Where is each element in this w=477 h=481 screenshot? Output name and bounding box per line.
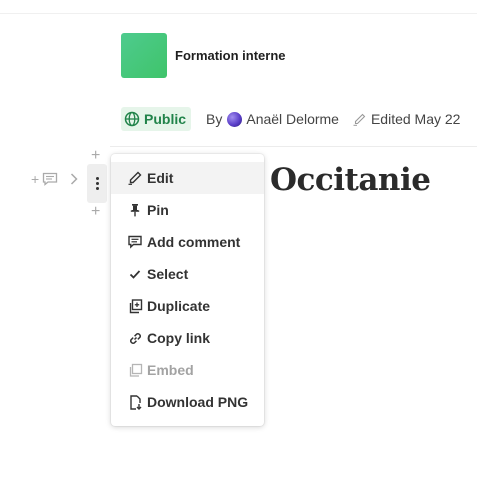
- menu-item-copy-link[interactable]: Copy link: [111, 322, 264, 354]
- menu-item-label: Add comment: [147, 234, 241, 250]
- pencil-icon: [353, 113, 366, 126]
- download-icon: [127, 394, 143, 410]
- menu-item-label: Pin: [147, 202, 169, 218]
- edited-label: Edited May 22: [370, 111, 461, 127]
- menu-item-edit[interactable]: Edit: [111, 162, 264, 194]
- menu-item-label: Copy link: [147, 330, 211, 346]
- menu-item-select[interactable]: Select: [111, 258, 264, 290]
- block-handle-button[interactable]: [87, 164, 107, 203]
- check-icon: [127, 266, 143, 282]
- block-context-menu: Edit Pin Add comment Select Duplicate Co…: [111, 154, 264, 426]
- menu-item-pin[interactable]: Pin: [111, 194, 264, 226]
- comment-icon: [127, 234, 143, 250]
- menu-item-embed: Embed: [111, 354, 264, 386]
- dot: [95, 187, 99, 190]
- pin-icon: [127, 202, 143, 218]
- insert-below-button[interactable]: +: [91, 204, 100, 220]
- menu-item-label: Download PNG: [147, 394, 249, 410]
- menu-item-add-comment[interactable]: Add comment: [111, 226, 264, 258]
- menu-item-label: Edit: [147, 170, 174, 186]
- dot: [95, 182, 99, 185]
- by-label: By: [206, 111, 223, 127]
- edited-info: Edited May 22: [353, 111, 461, 127]
- chevron-right-icon[interactable]: [69, 172, 79, 186]
- menu-item-download-png[interactable]: Download PNG: [111, 386, 264, 418]
- add-comment-plus: +: [31, 171, 40, 187]
- author[interactable]: Anaël Delorme: [227, 111, 339, 127]
- menu-item-label: Duplicate: [147, 298, 211, 314]
- pen-icon: [127, 170, 143, 186]
- menu-item-label: Select: [147, 266, 189, 282]
- space-icon[interactable]: [121, 33, 167, 78]
- space-title[interactable]: Formation interne: [175, 48, 286, 63]
- page-heading[interactable]: Occitanie: [270, 162, 431, 198]
- insert-above-button[interactable]: +: [91, 148, 100, 164]
- link-icon: [127, 330, 143, 346]
- author-name: Anaël Delorme: [246, 111, 339, 127]
- space-header: Formation interne: [121, 33, 286, 78]
- visibility-label: Public: [144, 111, 187, 127]
- comment-icon: [43, 172, 58, 186]
- duplicate-icon: [127, 298, 143, 314]
- add-comment-gutter[interactable]: +: [31, 172, 58, 186]
- menu-item-label: Embed: [147, 362, 194, 378]
- top-divider: [0, 13, 477, 14]
- globe-icon: [124, 111, 140, 127]
- page-meta: Public By Anaël Delorme Edited May 22: [121, 107, 460, 131]
- embed-icon: [127, 362, 143, 378]
- visibility-badge[interactable]: Public: [121, 107, 192, 131]
- menu-item-duplicate[interactable]: Duplicate: [111, 290, 264, 322]
- dot: [95, 177, 99, 180]
- avatar: [227, 111, 243, 127]
- meta-divider: [110, 146, 477, 147]
